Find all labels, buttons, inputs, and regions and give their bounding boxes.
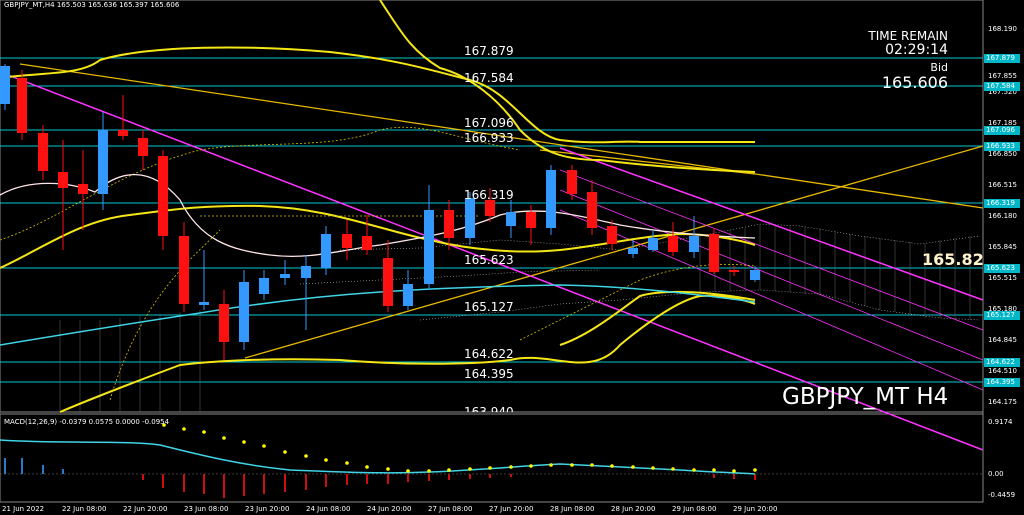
price-tick: 167.855 xyxy=(988,72,1017,80)
time-tick: 23 Jun 08:00 xyxy=(184,505,229,513)
level-label: 167.096 xyxy=(464,116,514,130)
level-label: 165.623 xyxy=(464,253,514,267)
time-tick: 27 Jun 08:00 xyxy=(428,505,473,513)
time-tick: 21 Jun 2022 xyxy=(2,505,45,513)
level-label: 166.319 xyxy=(464,188,514,202)
level-label: 163.940 xyxy=(464,405,514,412)
price-tick: 164.510 xyxy=(988,367,1017,375)
price-tick: 166.515 xyxy=(988,181,1017,189)
price-level-box: 166.933 xyxy=(984,142,1020,151)
time-tick: 23 Jun 20:00 xyxy=(245,505,290,513)
price-tick: 164.175 xyxy=(988,398,1017,406)
time-tick: 22 Jun 20:00 xyxy=(123,505,168,513)
time-tick: 29 Jun 08:00 xyxy=(672,505,717,513)
level-label: 164.395 xyxy=(464,367,514,381)
price-level-box: 164.622 xyxy=(984,358,1020,367)
time-remain-label: TIME REMAIN xyxy=(868,29,948,43)
macd-tick: 0.00 xyxy=(988,470,1004,478)
price-level-box: 167.879 xyxy=(984,54,1020,63)
price-level-box: 167.096 xyxy=(984,126,1020,135)
price-level-box: 167.584 xyxy=(984,82,1020,91)
time-remain-value: 02:29:14 xyxy=(885,42,948,58)
current-price-label: 165.82 xyxy=(922,250,984,269)
level-label: 165.127 xyxy=(464,300,514,314)
time-tick: 24 Jun 08:00 xyxy=(306,505,351,513)
time-tick: 22 Jun 08:00 xyxy=(62,505,107,513)
time-tick: 29 Jun 20:00 xyxy=(733,505,778,513)
price-level-box: 165.127 xyxy=(984,311,1020,320)
level-label: 167.584 xyxy=(464,71,514,85)
time-tick: 28 Jun 20:00 xyxy=(611,505,656,513)
macd-frame xyxy=(0,413,984,503)
price-tick: 166.850 xyxy=(988,150,1017,158)
bid-value: 165.606 xyxy=(881,73,948,92)
macd-tick: -0.4459 xyxy=(988,491,1016,499)
time-tick: 27 Jun 20:00 xyxy=(489,505,534,513)
price-level-box: 164.395 xyxy=(984,378,1020,387)
price-level-box: 165.623 xyxy=(984,264,1020,273)
level-label: 167.879 xyxy=(464,44,514,58)
price-tick: 164.845 xyxy=(988,336,1017,344)
macd-header: MACD(12,26,9) -0.0379 0.0575 0.0000 -0.0… xyxy=(4,418,170,426)
macd-tick: 0.9174 xyxy=(988,418,1013,426)
level-label: 166.933 xyxy=(464,131,514,145)
price-tick: 166.180 xyxy=(988,212,1017,220)
time-tick: 24 Jun 20:00 xyxy=(367,505,412,513)
price-tick: 165.845 xyxy=(988,243,1017,251)
time-tick: 28 Jun 08:00 xyxy=(550,505,595,513)
chart-header: GBPJPY_MT,H4 165.503 165.636 165.397 165… xyxy=(4,1,180,9)
level-label: 164.622 xyxy=(464,347,514,361)
price-tick: 168.190 xyxy=(988,25,1017,33)
price-tick: 165.515 xyxy=(988,274,1017,282)
price-level-box: 166.319 xyxy=(984,199,1020,208)
symbol-watermark: GBPJPY_MT H4 xyxy=(782,384,949,410)
